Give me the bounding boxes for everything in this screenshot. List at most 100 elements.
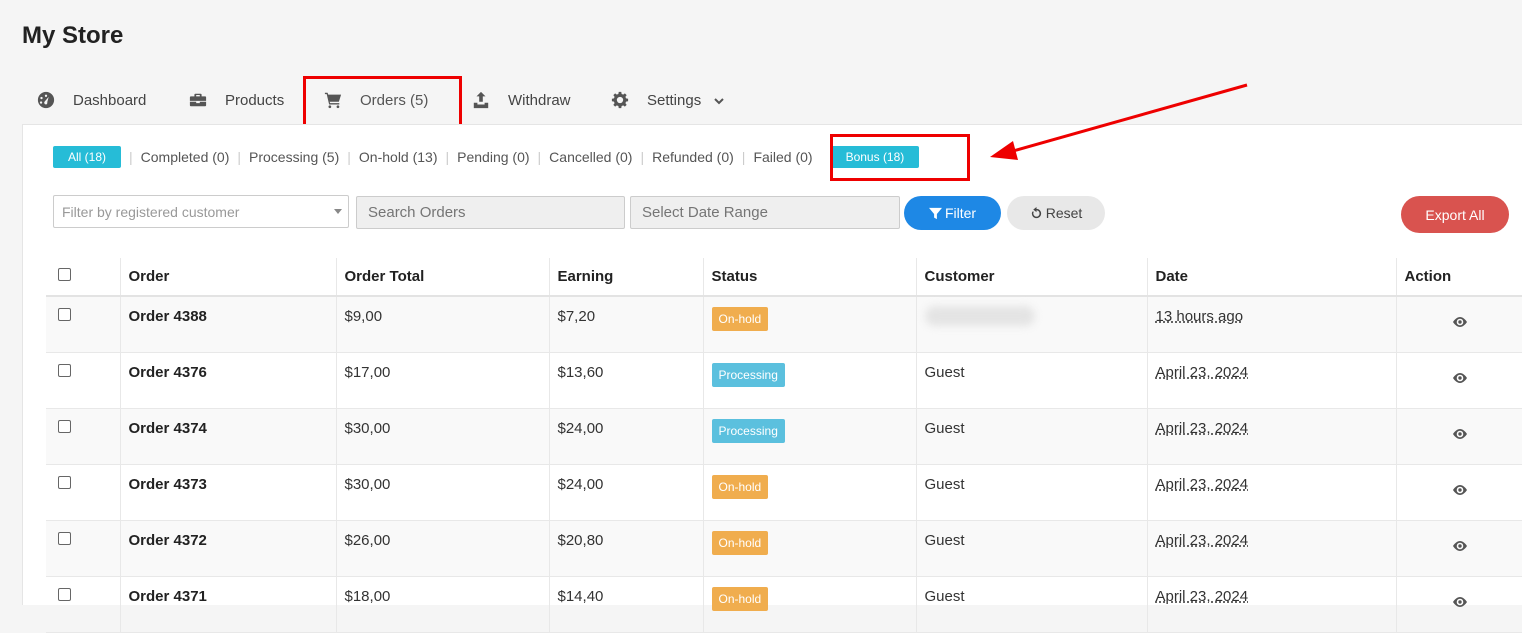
date-cell: April 23, 2024 [1147, 576, 1397, 633]
earning-cell: $20,80 [549, 520, 704, 577]
status-filter-bar: All (18) | Completed (0) | Processing (5… [53, 145, 920, 169]
reset-button[interactable]: Reset [1007, 196, 1105, 230]
status-separator: | [129, 149, 133, 165]
column-header: Earning [549, 258, 704, 297]
order-total-cell: $30,00 [336, 408, 550, 465]
row-checkbox[interactable] [58, 531, 71, 545]
action-cell [1396, 352, 1522, 409]
date-range-input[interactable] [630, 196, 900, 229]
row-checkbox[interactable] [58, 587, 71, 601]
view-order-eye-icon[interactable] [1452, 538, 1468, 554]
status-separator: | [445, 149, 450, 165]
order-cell: Order 4388 [120, 296, 337, 353]
order-cell: Order 4376 [120, 352, 337, 409]
column-header: Action [1396, 258, 1522, 297]
order-cell: Order 4372 [120, 520, 337, 577]
export-all-button[interactable]: Export All [1401, 196, 1509, 233]
status-badge: Processing [711, 362, 785, 387]
nav-item-label: Settings [647, 91, 702, 109]
gear-icon [611, 91, 629, 109]
action-cell [1396, 520, 1522, 577]
view-order-eye-icon[interactable] [1452, 314, 1468, 330]
status-separator: | [741, 149, 746, 165]
status-filter-pending[interactable]: Pending (0) [457, 149, 529, 165]
order-cell: Order 4374 [120, 408, 337, 465]
status-filter-on-hold[interactable]: On-hold (13) [359, 149, 438, 165]
order-total-cell: $30,00 [336, 464, 550, 521]
customer-filter-select[interactable]: Filter by registered customer [53, 195, 349, 228]
order-date: April 23, 2024 [1155, 531, 1249, 549]
earning-cell: $13,60 [549, 352, 704, 409]
order-link[interactable]: Order 4371 [129, 588, 207, 605]
action-cell [1396, 408, 1522, 465]
order-link[interactable]: Order 4372 [129, 532, 207, 549]
status-separator: | [640, 149, 645, 165]
column-header: Customer [916, 258, 1148, 297]
nav-item-settings[interactable]: Settings [611, 78, 725, 122]
nav-item-orders[interactable]: Orders (5) [324, 78, 428, 122]
select-all-checkbox[interactable] [58, 268, 71, 281]
view-order-eye-icon[interactable] [1452, 482, 1468, 498]
dashboard-icon [37, 91, 55, 109]
status-badge: On-hold [711, 586, 769, 611]
order-date: April 23, 2024 [1155, 587, 1249, 605]
status-separator: | [537, 149, 542, 165]
table-row: Order 4373 $30,00 $24,00 On-hold Guest A… [46, 464, 1522, 521]
status-filter-refunded[interactable]: Refunded (0) [652, 149, 734, 165]
reset-button-label: Reset [1045, 205, 1083, 221]
nav-item-dashboard[interactable]: Dashboard [37, 78, 146, 122]
nav-item-withdraw[interactable]: Withdraw [472, 78, 571, 122]
view-order-eye-icon[interactable] [1452, 426, 1468, 442]
row-checkbox[interactable] [58, 363, 71, 377]
briefcase-icon [189, 91, 207, 109]
column-header: Order [120, 258, 337, 297]
view-order-eye-icon[interactable] [1452, 370, 1468, 386]
status-filter-completed[interactable]: Completed (0) [141, 149, 230, 165]
status-filter-cancelled[interactable]: Cancelled (0) [549, 149, 632, 165]
orders-table: Order Order Total Earning Status Custome… [46, 258, 1522, 633]
date-cell: April 23, 2024 [1147, 520, 1397, 577]
table-row: Order 4372 $26,00 $20,80 On-hold Guest A… [46, 520, 1522, 577]
order-link[interactable]: Order 4374 [129, 420, 207, 437]
funnel-icon [928, 207, 942, 219]
row-select-cell [46, 296, 121, 353]
action-cell [1396, 576, 1522, 633]
chevron-down-icon[interactable] [713, 94, 725, 106]
status-filter-all[interactable]: All (18) [53, 146, 122, 168]
row-select-cell [46, 464, 121, 521]
status-filter-bonus[interactable]: Bonus (18) [830, 146, 920, 168]
row-select-cell [46, 520, 121, 577]
order-link[interactable]: Order 4373 [129, 476, 207, 493]
status-cell: On-hold [703, 464, 917, 521]
search-orders-input[interactable] [356, 196, 625, 229]
nav-item-label: Orders (5) [360, 91, 429, 109]
order-cell: Order 4371 [120, 576, 337, 633]
order-link[interactable]: Order 4388 [129, 308, 207, 325]
status-filter-processing[interactable]: Processing (5) [249, 149, 339, 165]
status-separator: | [237, 149, 241, 165]
date-cell: April 23, 2024 [1147, 408, 1397, 465]
customer-cell [916, 296, 1148, 353]
status-filter-failed[interactable]: Failed (0) [753, 149, 812, 165]
blurred-customer-name [924, 306, 1035, 326]
row-checkbox[interactable] [58, 419, 71, 433]
view-order-eye-icon[interactable] [1452, 594, 1468, 610]
filter-bar: Filter by registered customer Filter Res… [53, 195, 1513, 233]
nav-item-products[interactable]: Products [189, 78, 284, 122]
filter-button[interactable]: Filter [904, 196, 1001, 230]
order-total-cell: $26,00 [336, 520, 550, 577]
status-cell: On-hold [703, 520, 917, 577]
customer-cell: Guest [916, 576, 1148, 633]
date-cell: April 23, 2024 [1147, 464, 1397, 521]
order-link[interactable]: Order 4376 [129, 364, 207, 381]
earning-cell: $24,00 [549, 408, 704, 465]
row-checkbox[interactable] [58, 475, 71, 489]
status-cell: On-hold [703, 296, 917, 353]
select-all-header [46, 258, 121, 297]
table-row: Order 4376 $17,00 $13,60 Processing Gues… [46, 352, 1522, 409]
nav-item-label: Dashboard [73, 91, 147, 109]
nav-item-label: Products [225, 91, 285, 109]
column-header: Order Total [336, 258, 550, 297]
row-checkbox[interactable] [58, 308, 71, 321]
customer-filter-placeholder: Filter by registered customer [62, 204, 240, 220]
